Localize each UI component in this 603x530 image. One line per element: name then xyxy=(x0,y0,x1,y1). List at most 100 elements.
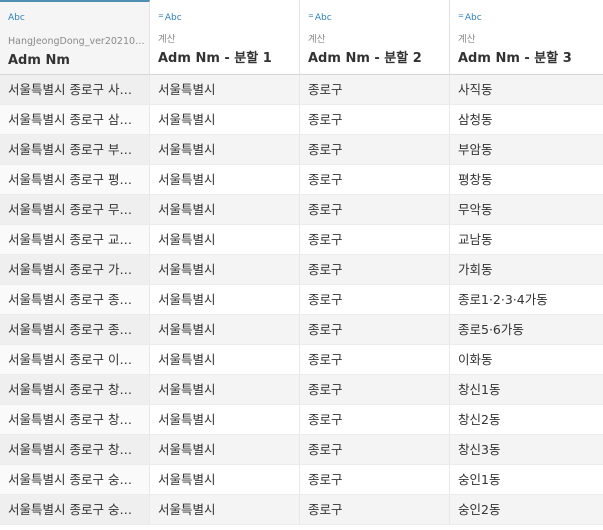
table-row[interactable]: 서울특별시 종로구 이화동 서울특별시 종로구 이화동 xyxy=(0,345,603,375)
cell-adm-nm[interactable]: 서울특별시 종로구 사직동 xyxy=(0,75,150,104)
cell-split-3[interactable]: 창신2동 xyxy=(450,405,603,434)
data-grid: Abc HangJeongDong_ver20210401... Adm Nm … xyxy=(0,0,603,530)
table-row[interactable]: 서울특별시 종로구 숭인1동 서울특별시 종로구 숭인1동 xyxy=(0,465,603,495)
cell-split-1[interactable]: 서울특별시 xyxy=(150,255,300,284)
table-row[interactable]: 서울특별시 종로구 창신2동 서울특별시 종로구 창신2동 xyxy=(0,405,603,435)
column-header-adm-nm[interactable]: Abc HangJeongDong_ver20210401... Adm Nm xyxy=(0,0,150,74)
cell-split-3[interactable]: 종로5·6가동 xyxy=(450,315,603,344)
cell-split-2[interactable]: 종로구 xyxy=(300,405,450,434)
column-header-split-3[interactable]: =Abc 계산 Adm Nm - 분할 3 xyxy=(450,0,603,74)
cell-split-3[interactable]: 사직동 xyxy=(450,75,603,104)
column-source: 계산 xyxy=(158,34,176,45)
string-type-icon[interactable]: Abc xyxy=(8,13,25,24)
column-header-split-1[interactable]: =Abc 계산 Adm Nm - 분할 1 xyxy=(150,0,300,74)
cell-adm-nm[interactable]: 서울특별시 종로구 무악동 xyxy=(0,195,150,224)
cell-split-2[interactable]: 종로구 xyxy=(300,255,450,284)
cell-split-3[interactable]: 이화동 xyxy=(450,345,603,374)
cell-split-2[interactable]: 종로구 xyxy=(300,345,450,374)
cell-split-3[interactable]: 창신1동 xyxy=(450,375,603,404)
cell-adm-nm[interactable]: 서울특별시 종로구 창신3동 xyxy=(0,435,150,464)
cell-split-1[interactable]: 서울특별시 xyxy=(150,465,300,494)
table-row[interactable]: 서울특별시 종로구 숭인2동 서울특별시 종로구 숭인2동 xyxy=(0,495,603,525)
calculated-string-type-icon[interactable]: =Abc xyxy=(308,11,332,24)
calculated-mark: = xyxy=(458,12,464,20)
cell-split-3[interactable]: 평창동 xyxy=(450,165,603,194)
cell-split-3[interactable]: 숭인2동 xyxy=(450,495,603,524)
cell-split-1[interactable]: 서울특별시 xyxy=(150,315,300,344)
cell-split-2[interactable]: 종로구 xyxy=(300,465,450,494)
cell-adm-nm[interactable]: 서울특별시 종로구 종로1·2·3·4가동 xyxy=(0,285,150,314)
cell-adm-nm[interactable]: 서울특별시 종로구 교남동 xyxy=(0,225,150,254)
table-row[interactable]: 서울특별시 종로구 교남동 서울특별시 종로구 교남동 xyxy=(0,225,603,255)
cell-split-2[interactable]: 종로구 xyxy=(300,285,450,314)
cell-adm-nm[interactable]: 서울특별시 종로구 삼청동 xyxy=(0,105,150,134)
cell-split-3[interactable]: 삼청동 xyxy=(450,105,603,134)
cell-split-3[interactable]: 종로1·2·3·4가동 xyxy=(450,285,603,314)
cell-adm-nm[interactable]: 서울특별시 종로구 창신1동 xyxy=(0,375,150,404)
column-name: Adm Nm - 분할 1 xyxy=(158,51,272,66)
cell-adm-nm[interactable]: 서울특별시 종로구 종로5·6가동 xyxy=(0,315,150,344)
type-label: Abc xyxy=(164,13,182,23)
table-row[interactable]: 서울특별시 종로구 가회동 서울특별시 종로구 가회동 xyxy=(0,255,603,285)
cell-split-2[interactable]: 종로구 xyxy=(300,225,450,254)
table-row[interactable]: 서울특별시 종로구 부암동 서울특별시 종로구 부암동 xyxy=(0,135,603,165)
table-row[interactable]: 서울특별시 종로구 삼청동 서울특별시 종로구 삼청동 xyxy=(0,105,603,135)
calculated-mark: = xyxy=(158,12,164,20)
table-body: 서울특별시 종로구 사직동 서울특별시 종로구 사직동 서울특별시 종로구 삼청동 서울특… xyxy=(0,75,603,525)
calculated-string-type-icon[interactable]: =Abc xyxy=(158,11,182,24)
cell-split-3[interactable]: 가회동 xyxy=(450,255,603,284)
table-row[interactable]: 서울특별시 종로구 종로5·6가동서울특별시종로구종로5·6가동 xyxy=(0,315,603,345)
table-row[interactable]: 서울특별시 종로구 종로1·2·3·4가동서울특별시종로구종로1·2·3·4가동 xyxy=(0,285,603,315)
cell-split-1[interactable]: 서울특별시 xyxy=(150,345,300,374)
cell-split-2[interactable]: 종로구 xyxy=(300,165,450,194)
cell-adm-nm[interactable]: 서울특별시 종로구 평창동 xyxy=(0,165,150,194)
cell-adm-nm[interactable]: 서울특별시 종로구 숭인2동 xyxy=(0,495,150,524)
column-source: 계산 xyxy=(458,34,476,45)
cell-split-1[interactable]: 서울특별시 xyxy=(150,285,300,314)
type-label: Abc xyxy=(314,13,332,23)
cell-split-2[interactable]: 종로구 xyxy=(300,105,450,134)
cell-split-3[interactable]: 숭인1동 xyxy=(450,465,603,494)
column-header-split-2[interactable]: =Abc 계산 Adm Nm - 분할 2 xyxy=(300,0,450,74)
cell-split-2[interactable]: 종로구 xyxy=(300,495,450,524)
table-row[interactable]: 서울특별시 종로구 창신3동 서울특별시 종로구 창신3동 xyxy=(0,435,603,465)
cell-split-1[interactable]: 서울특별시 xyxy=(150,375,300,404)
cell-split-2[interactable]: 종로구 xyxy=(300,195,450,224)
cell-split-3[interactable]: 부암동 xyxy=(450,135,603,164)
cell-split-1[interactable]: 서울특별시 xyxy=(150,75,300,104)
table-row[interactable]: 서울특별시 종로구 무악동 서울특별시 종로구 무악동 xyxy=(0,195,603,225)
cell-split-2[interactable]: 종로구 xyxy=(300,135,450,164)
cell-split-2[interactable]: 종로구 xyxy=(300,75,450,104)
cell-split-1[interactable]: 서울특별시 xyxy=(150,435,300,464)
cell-split-1[interactable]: 서울특별시 xyxy=(150,495,300,524)
type-label: Abc xyxy=(464,13,482,23)
column-source: HangJeongDong_ver20210401... xyxy=(8,36,145,47)
cell-adm-nm[interactable]: 서울특별시 종로구 숭인1동 xyxy=(0,465,150,494)
calculated-mark: = xyxy=(308,12,314,20)
cell-split-3[interactable]: 교남동 xyxy=(450,225,603,254)
cell-split-2[interactable]: 종로구 xyxy=(300,435,450,464)
table-row[interactable]: 서울특별시 종로구 사직동 서울특별시 종로구 사직동 xyxy=(0,75,603,105)
cell-adm-nm[interactable]: 서울특별시 종로구 창신2동 xyxy=(0,405,150,434)
column-header-row: Abc HangJeongDong_ver20210401... Adm Nm … xyxy=(0,0,603,75)
cell-adm-nm[interactable]: 서울특별시 종로구 부암동 xyxy=(0,135,150,164)
table-row[interactable]: 서울특별시 종로구 평창동 서울특별시 종로구 평창동 xyxy=(0,165,603,195)
cell-adm-nm[interactable]: 서울특별시 종로구 이화동 xyxy=(0,345,150,374)
cell-split-1[interactable]: 서울특별시 xyxy=(150,225,300,254)
column-name: Adm Nm - 분할 2 xyxy=(308,51,422,66)
cell-split-1[interactable]: 서울특별시 xyxy=(150,165,300,194)
cell-split-1[interactable]: 서울특별시 xyxy=(150,405,300,434)
cell-split-2[interactable]: 종로구 xyxy=(300,375,450,404)
cell-adm-nm[interactable]: 서울특별시 종로구 가회동 xyxy=(0,255,150,284)
column-source: 계산 xyxy=(308,34,326,45)
cell-split-1[interactable]: 서울특별시 xyxy=(150,195,300,224)
column-name: Adm Nm - 분할 3 xyxy=(458,51,572,66)
cell-split-1[interactable]: 서울특별시 xyxy=(150,105,300,134)
cell-split-3[interactable]: 창신3동 xyxy=(450,435,603,464)
calculated-string-type-icon[interactable]: =Abc xyxy=(458,11,482,24)
cell-split-1[interactable]: 서울특별시 xyxy=(150,135,300,164)
table-row[interactable]: 서울특별시 종로구 창신1동 서울특별시 종로구 창신1동 xyxy=(0,375,603,405)
cell-split-2[interactable]: 종로구 xyxy=(300,315,450,344)
cell-split-3[interactable]: 무악동 xyxy=(450,195,603,224)
column-name: Adm Nm xyxy=(8,53,70,68)
